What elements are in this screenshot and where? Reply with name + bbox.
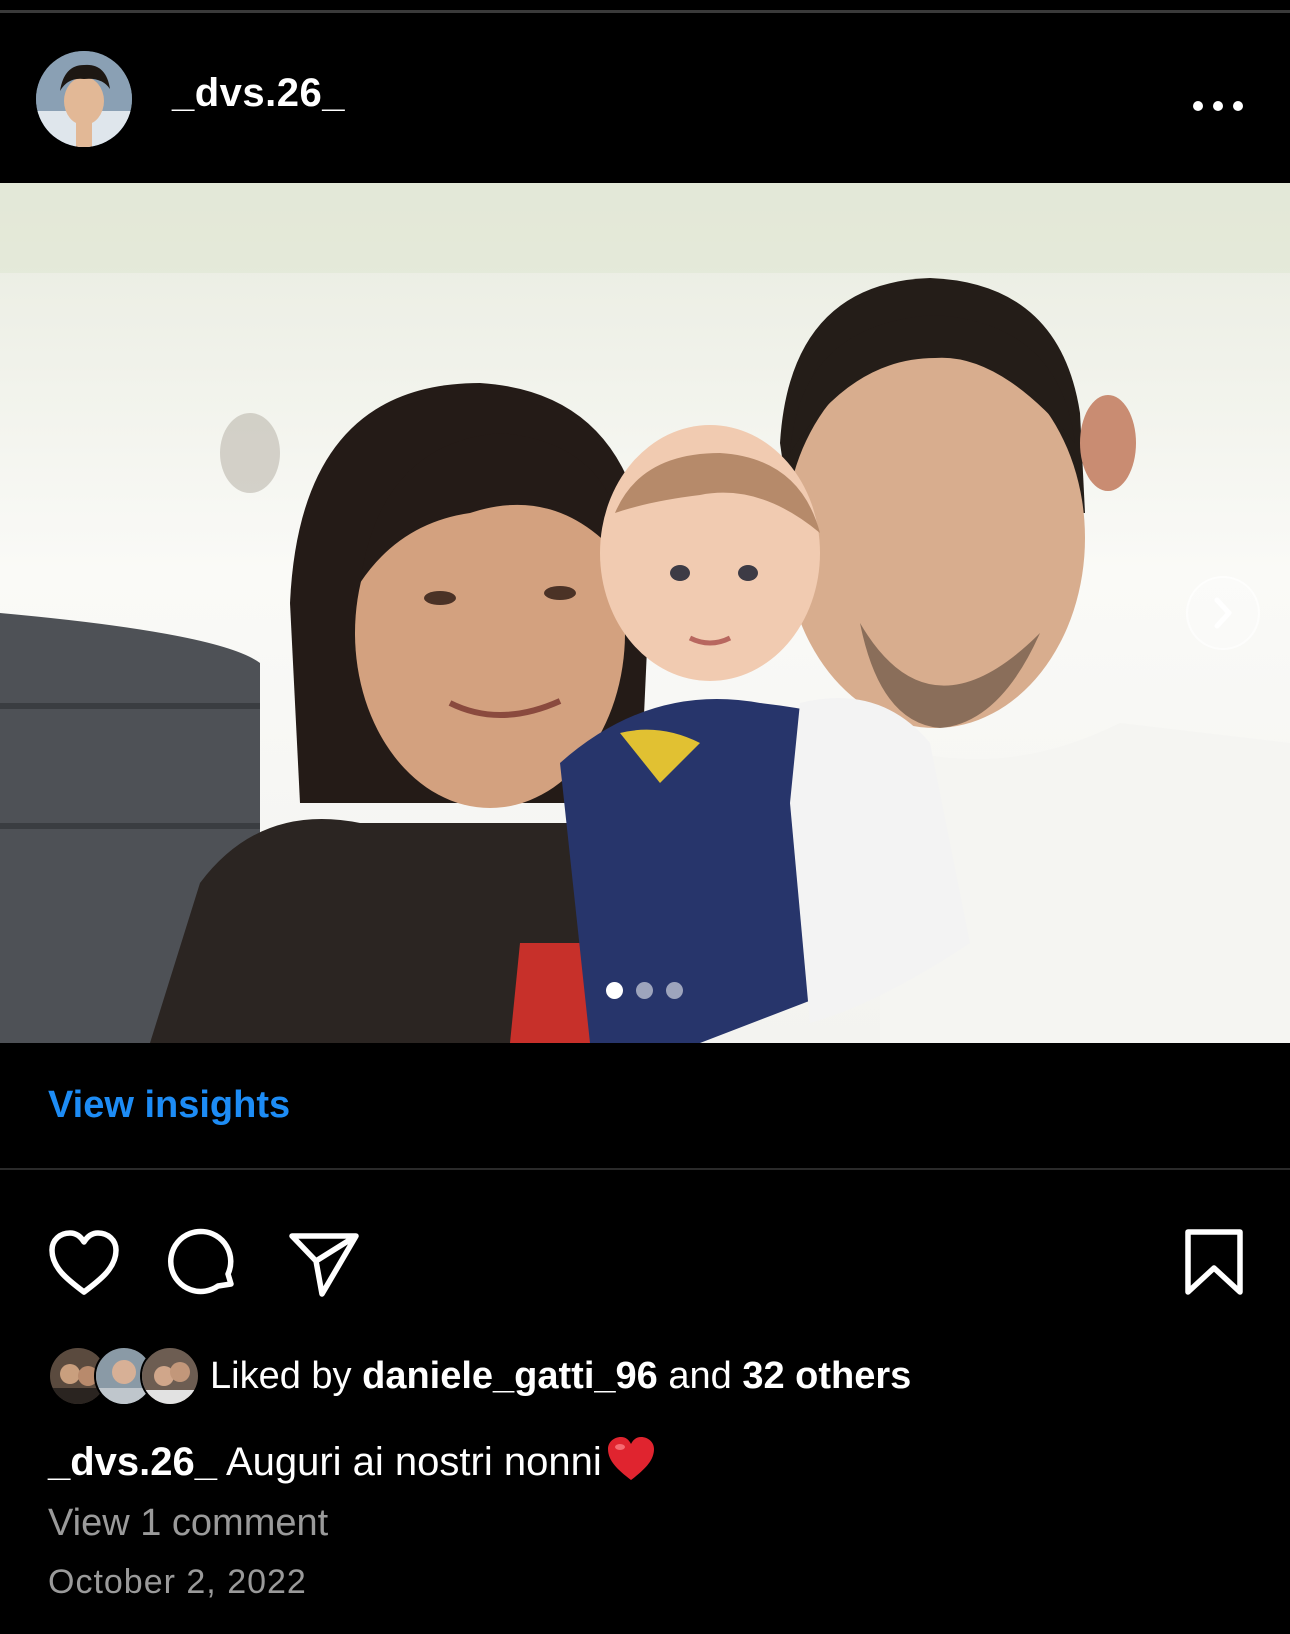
view-comments-link[interactable]: View 1 comment xyxy=(48,1502,328,1545)
liker-avatar xyxy=(140,1346,200,1406)
post-photo[interactable] xyxy=(0,183,1290,1043)
carousel-dot xyxy=(636,982,653,999)
send-icon[interactable] xyxy=(286,1228,362,1298)
liked-by-prefix: Liked by xyxy=(210,1355,352,1397)
caption-text: Auguri ai nostri nonni xyxy=(225,1440,602,1484)
caption-username[interactable]: _dvs.26_ xyxy=(48,1440,217,1484)
view-insights-link[interactable]: View insights xyxy=(48,1084,290,1127)
username[interactable]: _dvs.26_ xyxy=(172,71,345,116)
liked-by-others-link[interactable]: 32 others xyxy=(742,1355,911,1397)
post-date: October 2, 2022 xyxy=(48,1563,307,1601)
red-heart-emoji-icon xyxy=(606,1435,656,1483)
bookmark-icon[interactable] xyxy=(1176,1228,1252,1298)
carousel-dot xyxy=(666,982,683,999)
liked-by-and: and xyxy=(668,1355,732,1397)
post-header: _dvs.26_ xyxy=(0,13,1290,183)
photo-illustration xyxy=(0,183,1290,1043)
post-caption: _dvs.26_ Auguri ai nostri nonni xyxy=(48,1435,656,1485)
comment-icon[interactable] xyxy=(166,1228,242,1298)
carousel-dots xyxy=(606,981,686,1001)
liked-by-user-link[interactable]: daniele_gatti_96 xyxy=(362,1355,658,1397)
liked-by-text: Liked by daniele_gatti_96 and 32 others xyxy=(210,1355,911,1398)
chevron-right-icon[interactable] xyxy=(1186,576,1260,650)
more-options-icon[interactable] xyxy=(1190,91,1246,121)
profile-avatar[interactable] xyxy=(36,51,132,147)
section-divider xyxy=(0,1168,1290,1170)
carousel-dot-active xyxy=(606,982,623,999)
heart-icon[interactable] xyxy=(46,1228,122,1298)
